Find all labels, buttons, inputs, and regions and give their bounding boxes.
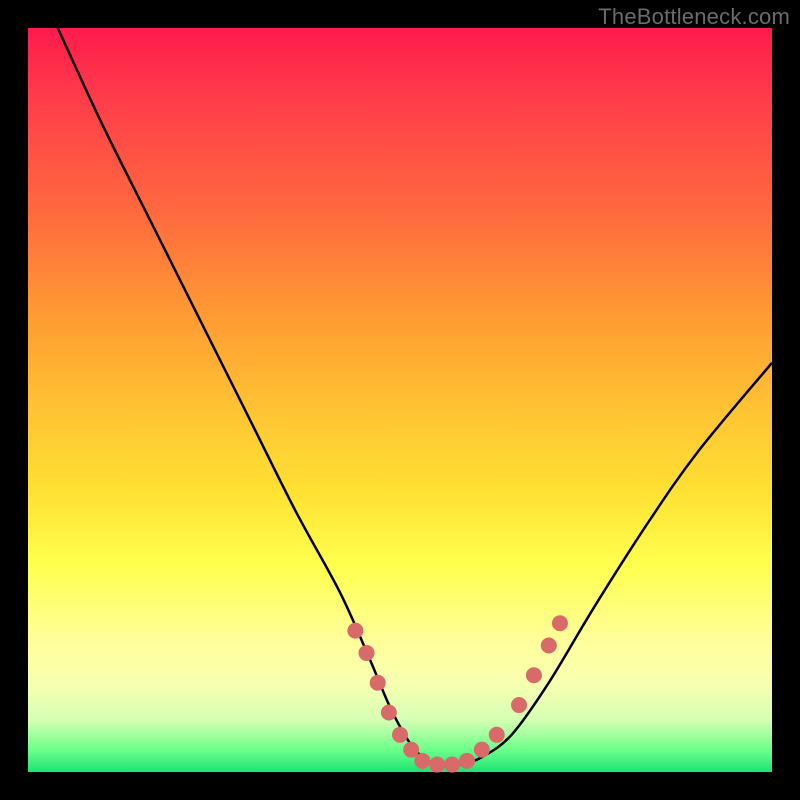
dot (414, 753, 430, 769)
dot (511, 697, 527, 713)
dot (459, 753, 475, 769)
dot (392, 727, 408, 743)
dot (552, 615, 568, 631)
dot (370, 675, 386, 691)
watermark-text: TheBottleneck.com (598, 4, 790, 30)
chart-svg (28, 28, 772, 772)
dot (359, 645, 375, 661)
curve-line (58, 28, 772, 766)
plot-area (28, 28, 772, 772)
dot (474, 742, 490, 758)
curve-path (58, 28, 772, 766)
dot (347, 623, 363, 639)
highlight-dots (347, 615, 568, 772)
dot (381, 704, 397, 720)
dot (444, 757, 460, 773)
dot (429, 757, 445, 773)
dot (526, 667, 542, 683)
outer-frame: TheBottleneck.com (0, 0, 800, 800)
dot (489, 727, 505, 743)
dot (541, 638, 557, 654)
